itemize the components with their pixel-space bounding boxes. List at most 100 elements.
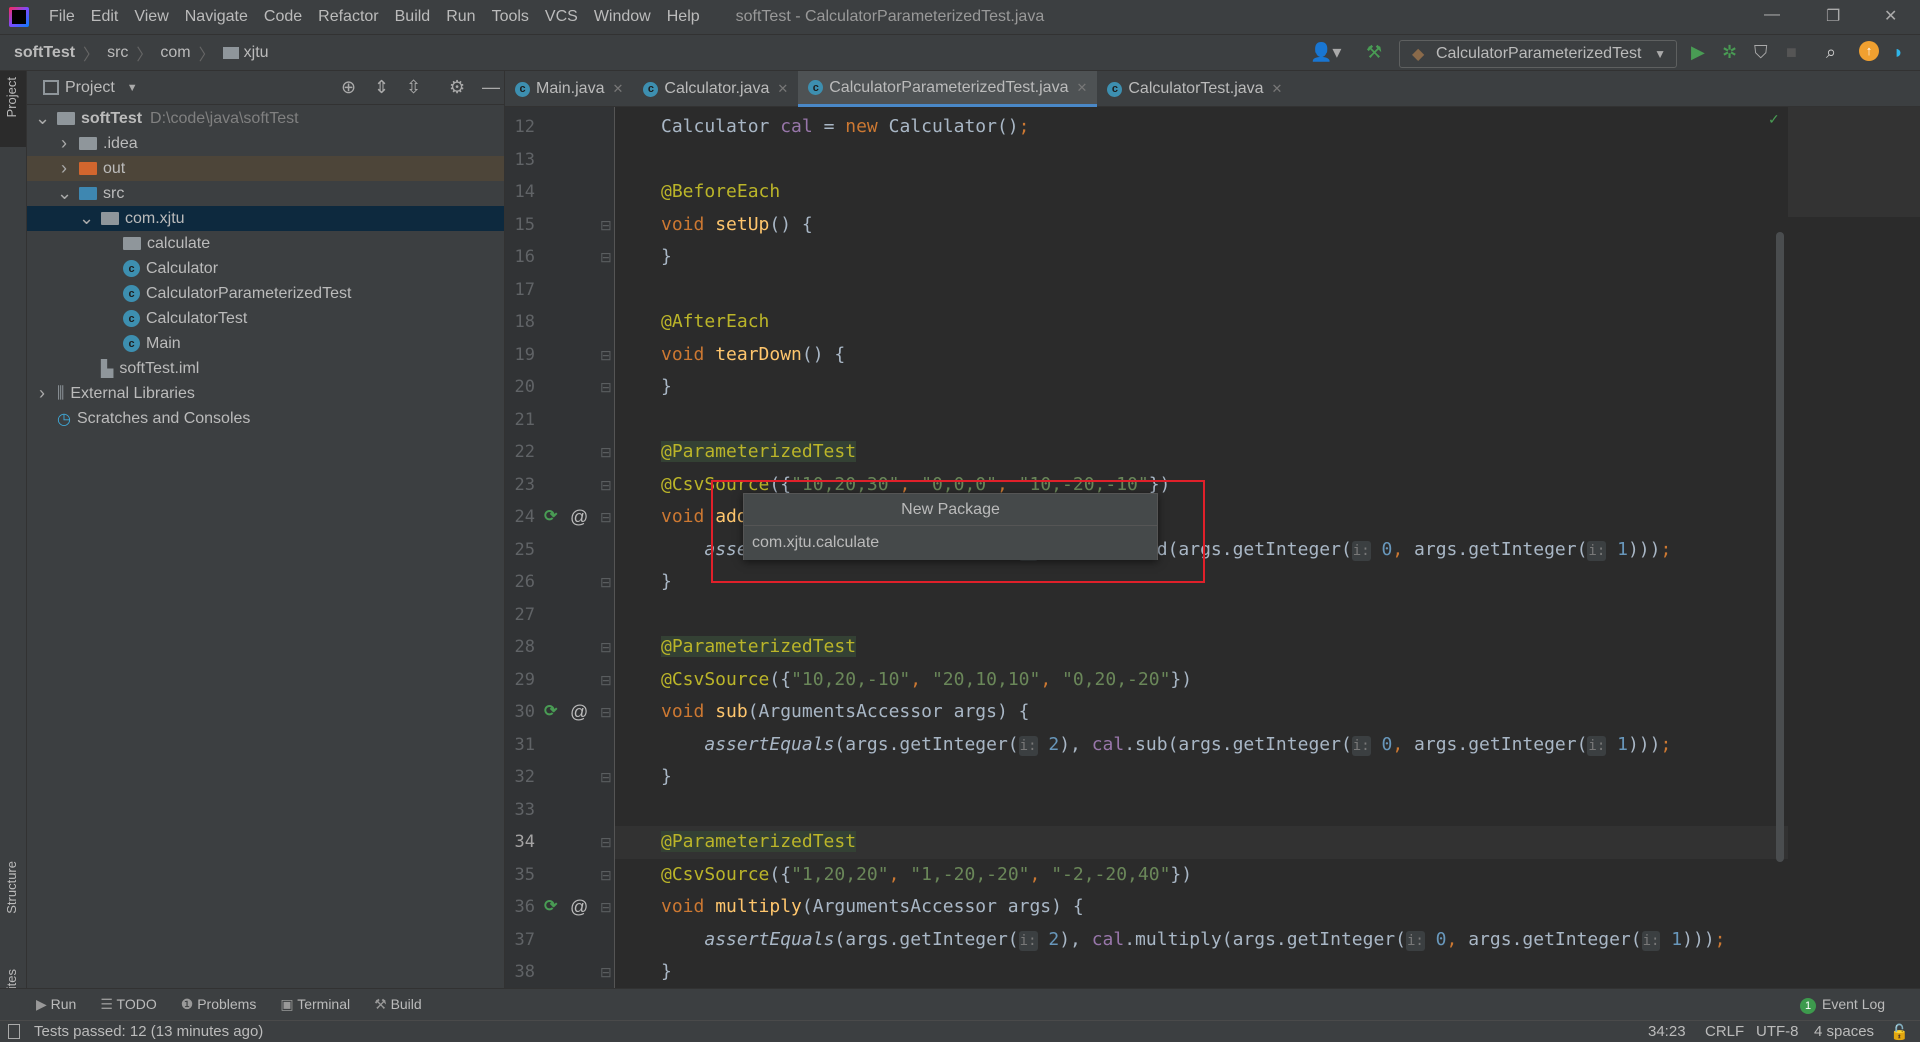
breadcrumb-xjtu[interactable]: xjtu [244,44,269,62]
fold-marker-icon[interactable]: ⊟ [600,761,612,794]
structure-tool-button[interactable]: Structure [4,861,19,914]
caret-position[interactable]: 34:23 [1648,1023,1686,1040]
tree-item[interactable]: calculate [27,231,504,256]
hide-icon[interactable]: — [482,77,500,98]
menu-help[interactable]: Help [659,8,708,26]
code-line[interactable]: assertEquals(args.getInteger(i: 2), cal.… [615,924,1788,957]
project-tool-button[interactable]: Project [4,77,19,117]
build-hammer-icon[interactable]: ⚒ [1366,42,1382,63]
fold-marker-icon[interactable]: ⊟ [600,696,612,729]
stop-icon[interactable]: ■ [1786,42,1797,63]
fold-marker-icon[interactable]: ⊟ [600,339,612,372]
menu-vcs[interactable]: VCS [537,8,586,26]
code-line[interactable]: } [615,241,1788,274]
lock-icon[interactable]: 🔓 [1890,1023,1909,1041]
fold-marker-icon[interactable]: ⊟ [600,631,612,664]
code-line[interactable]: void multiply(ArgumentsAccessor args) { [615,891,1788,924]
menu-build[interactable]: Build [387,8,439,26]
tab-main-java[interactable]: c Main.java ✕ [505,71,633,107]
breadcrumb-src[interactable]: src [107,44,128,62]
menu-refactor[interactable]: Refactor [310,8,386,26]
menu-code[interactable]: Code [256,8,310,26]
fold-marker-icon[interactable]: ⊟ [600,209,612,242]
event-log-button[interactable]: 1 Event Log [1800,996,1885,1014]
fold-marker-icon[interactable]: ⊟ [600,956,612,989]
code-line[interactable]: @AfterEach [615,306,1788,339]
breadcrumb-com[interactable]: com [160,44,190,62]
tab-calculatortest-java[interactable]: c CalculatorTest.java ✕ [1097,71,1292,107]
tree-item[interactable]: › ⫼ External Libraries [27,381,504,406]
update-icon[interactable]: ↑ [1859,41,1879,61]
close-tab-icon[interactable]: ✕ [1272,81,1283,97]
fold-marker-icon[interactable]: ⊟ [600,371,612,404]
annotation-at-icon[interactable]: @ [570,501,588,534]
menu-view[interactable]: View [126,8,176,26]
code-line[interactable]: @ParameterizedTest [615,436,1788,469]
chevron-down-icon[interactable]: ⌄ [57,183,72,204]
run-configuration-select[interactable]: ◆ CalculatorParameterizedTest ▼ [1399,40,1677,68]
fold-marker-icon[interactable]: ⊟ [600,436,612,469]
code-line[interactable]: @ParameterizedTest [615,826,1788,859]
fold-marker-icon[interactable]: ⊟ [600,859,612,892]
code-line[interactable]: } [615,761,1788,794]
menu-file[interactable]: File [41,8,83,26]
toolbox-icon[interactable]: ◗ [1893,42,1904,63]
tree-item[interactable]: c CalculatorTest [27,306,504,331]
close-icon[interactable]: ✕ [1884,6,1897,26]
project-view-select[interactable]: Project [65,79,115,97]
tree-item[interactable]: ⌄ com.xjtu [27,206,504,231]
fold-marker-icon[interactable]: ⊟ [600,664,612,697]
fold-marker-icon[interactable]: ⊟ [600,501,612,534]
tree-item[interactable]: ◷ Scratches and Consoles [27,406,504,431]
tree-item[interactable]: ⌄ src [27,181,504,206]
tool-window-problems[interactable]: ❶ Problems [181,996,257,1013]
run-icon[interactable]: ▶ [1691,42,1705,63]
debug-bug-icon[interactable]: ✲ [1722,42,1737,63]
code-line[interactable]: @BeforeEach [615,176,1788,209]
close-tab-icon[interactable]: ✕ [612,81,623,97]
code-line[interactable]: @CsvSource({"10,20,-10", "20,10,10", "0,… [615,664,1788,697]
search-icon[interactable]: ⌕ [1826,42,1836,63]
close-tab-icon[interactable]: ✕ [777,81,788,97]
chevron-down-icon[interactable]: ⌄ [35,108,50,129]
menu-navigate[interactable]: Navigate [177,8,256,26]
line-separator[interactable]: CRLF [1705,1023,1744,1040]
tab-calculator-java[interactable]: c Calculator.java ✕ [633,71,798,107]
tree-item[interactable]: c CalculatorParameterizedTest [27,281,504,306]
code-line[interactable] [615,274,1788,307]
menu-window[interactable]: Window [586,8,659,26]
code-line[interactable]: void sub(ArgumentsAccessor args) { [615,696,1788,729]
tree-item[interactable]: ▙ softTest.iml [27,356,504,381]
run-test-icon[interactable]: ⟳ [544,891,557,924]
fold-marker-icon[interactable]: ⊟ [600,826,612,859]
locate-icon[interactable]: ⊕ [341,77,356,98]
run-test-icon[interactable]: ⟳ [544,501,557,534]
code-line[interactable] [615,404,1788,437]
tree-item[interactable]: › out [27,156,504,181]
menu-edit[interactable]: Edit [83,8,127,26]
tab-calculatorparameterizedtest-java[interactable]: c CalculatorParameterizedTest.java ✕ [798,71,1098,107]
tree-item[interactable]: › .idea [27,131,504,156]
code-line[interactable] [615,794,1788,827]
chevron-down-icon[interactable]: ⌄ [79,208,94,229]
fold-marker-icon[interactable]: ⊟ [600,469,612,502]
code-line[interactable]: @CsvSource({"1,20,20", "1,-20,-20", "-2,… [615,859,1788,892]
menu-tools[interactable]: Tools [484,8,537,26]
code-line[interactable]: @ParameterizedTest [615,631,1788,664]
menu-run[interactable]: Run [438,8,483,26]
collapse-all-icon[interactable]: ⇳ [406,77,421,98]
user-icon[interactable]: 👤▾ [1310,42,1341,63]
tool-window-todo[interactable]: ☰ TODO [100,996,156,1013]
scrollbar-thumb[interactable] [1776,232,1784,862]
fold-marker-icon[interactable]: ⊟ [600,241,612,274]
code-line[interactable]: Calculator cal = new Calculator(); [615,111,1788,144]
tool-window-run[interactable]: ▶ Run [36,996,76,1013]
breadcrumb-softtest[interactable]: softTest [14,44,75,62]
chevron-right-icon[interactable]: › [57,133,71,154]
restore-icon[interactable]: ❐ [1826,6,1840,26]
toggle-tool-windows-icon[interactable] [8,1024,20,1039]
code-line[interactable]: void setUp() { [615,209,1788,242]
chevron-right-icon[interactable]: › [57,158,71,179]
tree-item[interactable]: c Calculator [27,256,504,281]
run-test-icon[interactable]: ⟳ [544,696,557,729]
